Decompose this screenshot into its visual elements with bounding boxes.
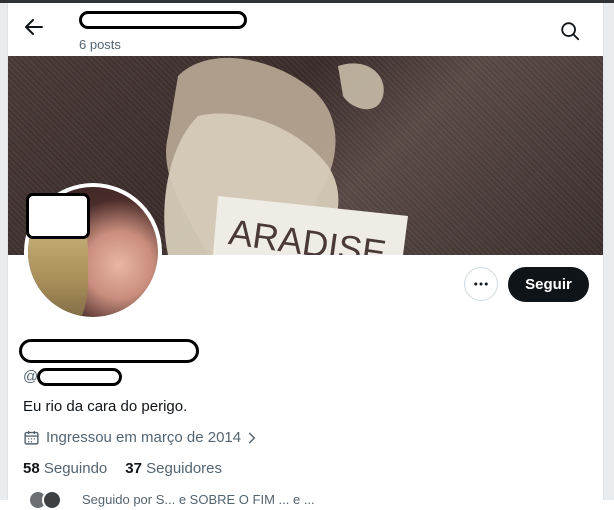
joined-date[interactable]: Ingressou em março de 2014 xyxy=(23,429,265,446)
column-border-right xyxy=(603,3,604,500)
display-name-redacted xyxy=(19,339,199,363)
handle-redacted xyxy=(37,368,122,386)
followers-link[interactable]: 37 Seguidores xyxy=(125,460,222,477)
avatar-redaction-box xyxy=(26,193,90,239)
page-gutter-left xyxy=(0,3,7,500)
profile-header: 6 posts xyxy=(8,3,603,56)
page-gutter-right xyxy=(604,3,614,500)
chevron-right-icon xyxy=(249,432,256,443)
follow-button[interactable]: Seguir xyxy=(508,267,589,302)
followers-label: Seguidores xyxy=(146,460,223,477)
followers-count: 37 xyxy=(125,460,142,477)
following-count: 58 xyxy=(23,460,40,477)
profile-name-redacted xyxy=(79,11,247,29)
posts-count: 6 posts xyxy=(79,37,121,52)
handle-prefix: @ xyxy=(23,368,39,385)
more-horizontal-icon xyxy=(474,282,488,286)
search-icon xyxy=(561,22,580,41)
calendar-icon xyxy=(24,431,39,445)
following-link[interactable]: 58 Seguindo xyxy=(23,460,107,477)
following-label: Seguindo xyxy=(43,460,108,477)
follower-avatar xyxy=(42,490,62,510)
followers-preview-avatars[interactable] xyxy=(28,490,68,510)
more-options-button[interactable] xyxy=(464,267,498,301)
search-button[interactable] xyxy=(559,20,581,42)
arrow-left-icon xyxy=(25,19,43,35)
profile-bio: Eu rio da cara do perigo. xyxy=(23,398,188,415)
follow-stats: 58 Seguindo 37 Seguidores xyxy=(23,460,222,477)
joined-label: Ingressou em março de 2014 xyxy=(46,429,242,446)
back-button[interactable] xyxy=(22,15,46,39)
